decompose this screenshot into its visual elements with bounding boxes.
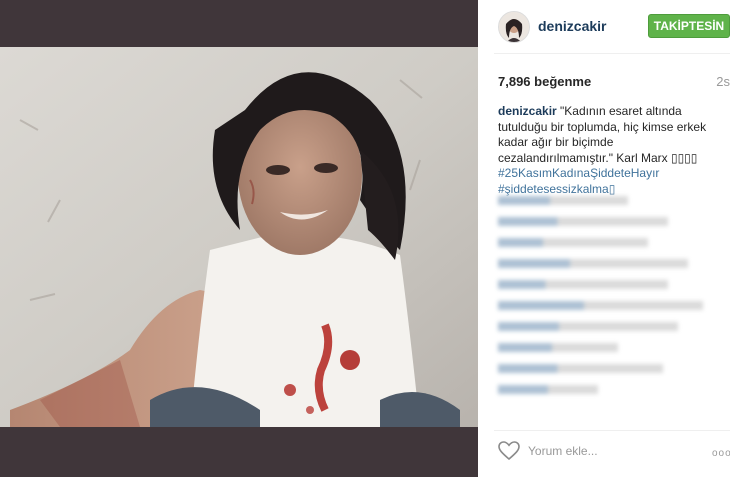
blurred-comment [498,217,668,226]
hashtag-link[interactable]: #25KasımKadınaŞiddeteHayır [498,166,713,182]
blurred-comment [498,364,663,373]
blurred-comment [498,385,598,394]
blurred-comment [498,322,678,331]
following-button[interactable]: TAKİPTESİN [648,14,730,38]
post-header: denizcakir TAKİPTESİN [498,8,730,44]
more-options-icon[interactable]: ooo [712,448,730,459]
post-time[interactable]: 2s [716,74,730,89]
divider [494,430,730,431]
blurred-comment [498,196,628,205]
blurred-comment [498,301,703,310]
blurred-comment [498,280,668,289]
divider [494,53,730,54]
comment-input[interactable]: Yorum ekle... [528,444,598,458]
hashtag-link[interactable]: #şiddetesessizkalma▯ [498,182,713,198]
blurred-comment [498,343,618,352]
like-count[interactable]: 7,896 beğenme [498,74,591,89]
caption-username[interactable]: denizcakir [498,104,557,118]
post-caption: denizcakir "Kadının esaret altında tutul… [498,104,713,197]
blurred-comments [498,196,718,406]
heart-outline-icon[interactable] [498,441,520,466]
avatar[interactable] [498,11,530,43]
username-link[interactable]: denizcakir [538,18,606,34]
comment-bar: Yorum ekle... ooo [498,440,730,464]
blurred-comment [498,238,648,247]
post-photo[interactable] [0,0,478,477]
post-sidebar: denizcakir TAKİPTESİN 7,896 beğenme 2s d… [486,0,730,477]
blurred-comment [498,259,688,268]
